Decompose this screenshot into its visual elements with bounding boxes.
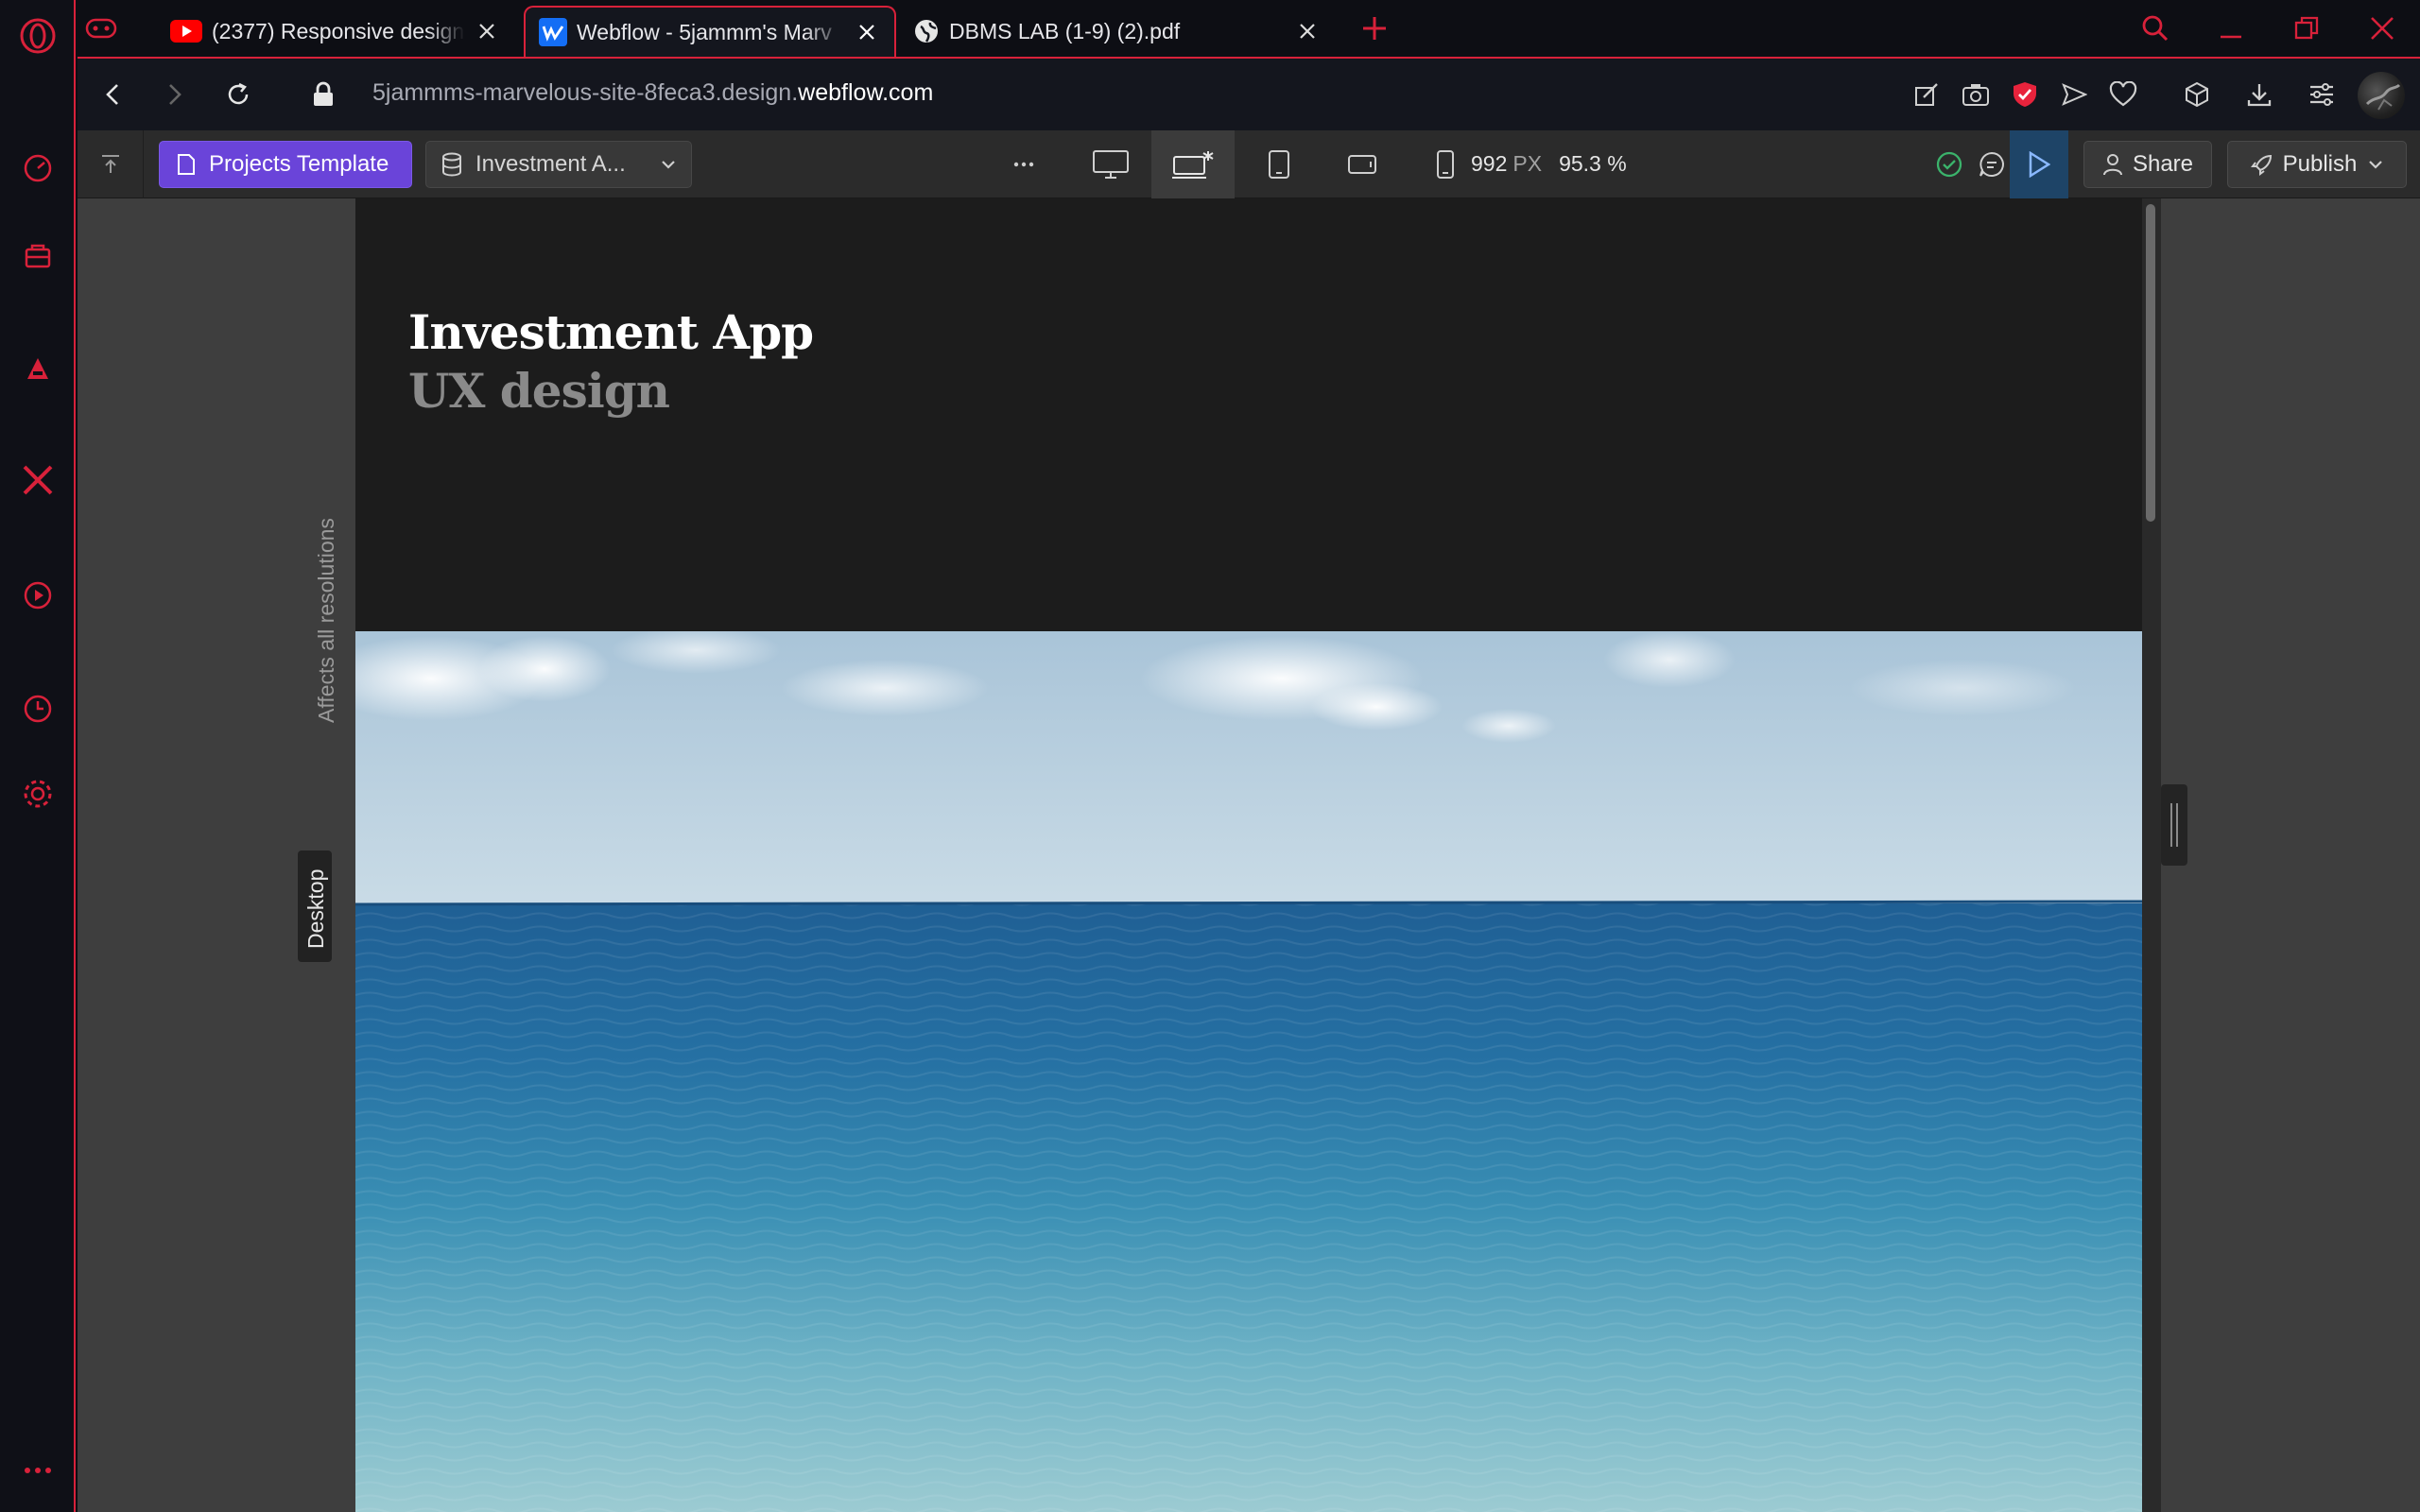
new-tab-plus-icon[interactable] <box>1357 11 1392 45</box>
send-arrow-icon[interactable] <box>2055 76 2093 113</box>
tab-title: DBMS LAB (1-9) (2).pdf <box>949 18 1181 43</box>
forward-icon[interactable] <box>155 76 193 113</box>
breakpoint-desktop-large-icon[interactable] <box>1076 130 1146 198</box>
aria-ai-icon[interactable] <box>17 348 59 389</box>
share-label: Share <box>2132 151 2194 177</box>
back-icon[interactable] <box>95 76 132 113</box>
user-icon <box>2102 154 2122 176</box>
breakpoint-mobile-landscape-icon[interactable] <box>1327 130 1397 198</box>
designer-canvas: Affects all resolutions Desktop Investme… <box>78 198 2420 1512</box>
minimize-icon[interactable] <box>2212 9 2250 47</box>
edit-share-icon[interactable] <box>1908 76 1945 113</box>
heart-icon[interactable] <box>2104 76 2142 113</box>
comments-icon[interactable] <box>1968 130 2015 198</box>
history-icon[interactable] <box>17 688 59 730</box>
youtube-icon <box>170 20 202 43</box>
collapse-up-icon[interactable] <box>78 130 144 198</box>
url-text[interactable]: 5jammms-marvelous-site-8feca3.design.web… <box>372 79 933 107</box>
breakpoint-name: Desktop <box>303 868 328 949</box>
share-button[interactable]: Share <box>2083 141 2212 188</box>
profile-avatar[interactable] <box>2358 72 2405 119</box>
globe-icon <box>915 20 938 43</box>
player-icon[interactable] <box>17 575 59 616</box>
webflow-icon <box>539 18 567 46</box>
close-tab-icon[interactable] <box>473 17 501 45</box>
preview-play-button[interactable] <box>2010 130 2068 198</box>
publish-label: Publish <box>2282 151 2358 177</box>
reload-icon[interactable] <box>219 76 257 113</box>
webflow-toolbar: Projects Template Investment A... 992 PX 9… <box>78 130 2420 198</box>
lock-icon[interactable] <box>304 76 342 113</box>
url-domain: webflow.com <box>798 79 934 106</box>
gx-gaming-icon[interactable] <box>85 9 142 47</box>
camera-snapshot-icon[interactable] <box>1957 76 1995 113</box>
more-dots-icon[interactable] <box>17 1450 59 1491</box>
play-icon <box>2029 151 2050 178</box>
opera-logo-icon[interactable] <box>17 15 59 57</box>
tab-bar: (2377) Responsive design c Webflow - 5ja… <box>76 0 2420 57</box>
close-tab-icon[interactable] <box>1293 17 1322 45</box>
hero-title[interactable]: Investment App <box>408 304 814 360</box>
page-icon <box>178 154 195 175</box>
settings-gear-icon[interactable] <box>17 773 59 815</box>
url-path: 5jammms-marvelous-site-8feca3.design. <box>372 79 799 106</box>
tab-youtube[interactable]: (2377) Responsive design c <box>157 6 514 57</box>
breakpoint-desktop-base-icon[interactable] <box>1151 130 1235 198</box>
scrollbar-thumb[interactable] <box>2146 204 2155 522</box>
publish-button[interactable]: Publish <box>2227 141 2407 188</box>
tab-title: Webflow - 5jammm's Marv <box>577 19 832 44</box>
easy-setup-icon[interactable] <box>2303 76 2341 113</box>
close-window-icon[interactable] <box>2363 9 2401 47</box>
x-twitter-icon[interactable] <box>17 459 59 501</box>
chevron-down-icon <box>662 161 675 169</box>
tab-title: (2377) Responsive design c <box>212 18 465 43</box>
restore-icon[interactable] <box>2288 9 2325 47</box>
address-bar: 5jammms-marvelous-site-8feca3.design.web… <box>78 57 2420 130</box>
rocket-icon <box>2250 154 2272 176</box>
cms-item-selector[interactable]: Investment A... <box>425 141 692 188</box>
hero-subtitle[interactable]: UX design <box>408 363 670 419</box>
canvas-scrollbar[interactable] <box>2142 198 2161 1512</box>
tab-search-icon[interactable] <box>2136 9 2174 47</box>
close-tab-icon[interactable] <box>853 18 881 46</box>
page-selector-label: Projects Template <box>209 151 389 177</box>
database-icon <box>442 152 461 177</box>
browser-sidebar <box>0 0 76 1512</box>
width-value: 992 <box>1471 151 1508 176</box>
canvas-dimensions[interactable]: 992 PX 95.3 % <box>1471 151 1627 177</box>
breakpoint-note: Affects all resolutions <box>314 518 338 723</box>
tab-pdf[interactable]: DBMS LAB (1-9) (2).pdf <box>900 6 1335 57</box>
more-options-icon[interactable] <box>989 130 1059 198</box>
zoom-value: 95.3 % <box>1559 151 1627 176</box>
hero-ocean-image[interactable] <box>355 631 2142 1512</box>
shopping-bag-icon[interactable] <box>17 234 59 276</box>
download-icon[interactable] <box>2240 76 2278 113</box>
width-unit: PX <box>1512 151 1543 176</box>
extensions-cube-icon[interactable] <box>2178 76 2216 113</box>
breakpoint-tablet-icon[interactable] <box>1244 130 1314 198</box>
breakpoint-mobile-portrait-icon[interactable] <box>1410 130 1480 198</box>
site-preview-frame[interactable]: Investment App UX design <box>355 198 2142 1512</box>
canvas-resize-handle[interactable] <box>2161 784 2187 866</box>
page-selector-button[interactable]: Projects Template <box>159 141 412 188</box>
cms-item-label: Investment A... <box>475 151 626 177</box>
breakpoint-badge[interactable]: Desktop <box>298 850 332 962</box>
speedometer-icon[interactable] <box>17 147 59 189</box>
chevron-down-icon <box>2369 161 2383 169</box>
tab-webflow[interactable]: Webflow - 5jammm's Marv <box>524 6 896 57</box>
adblock-shield-icon[interactable] <box>2006 76 2044 113</box>
